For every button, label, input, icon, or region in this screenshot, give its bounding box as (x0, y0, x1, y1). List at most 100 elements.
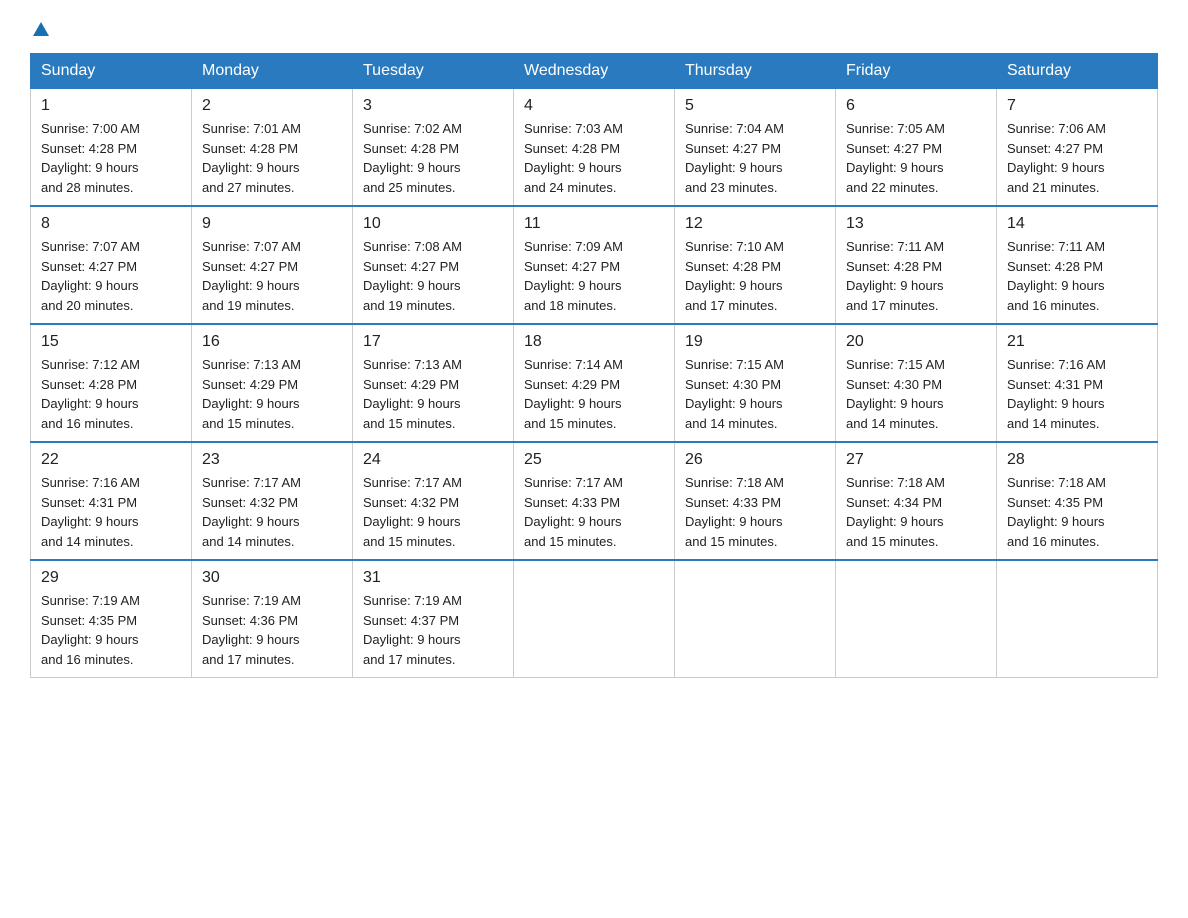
day-number: 18 (524, 333, 664, 351)
day-number: 13 (846, 215, 986, 233)
day-info: Sunrise: 7:14 AMSunset: 4:29 PMDaylight:… (524, 355, 664, 433)
day-info: Sunrise: 7:00 AMSunset: 4:28 PMDaylight:… (41, 119, 181, 197)
weekday-header: Tuesday (353, 54, 514, 89)
calendar-day-cell: 13 Sunrise: 7:11 AMSunset: 4:28 PMDayligh… (836, 206, 997, 324)
day-info: Sunrise: 7:19 AMSunset: 4:36 PMDaylight:… (202, 591, 342, 669)
calendar-day-cell: 15 Sunrise: 7:12 AMSunset: 4:28 PMDayligh… (31, 324, 192, 442)
day-number: 4 (524, 97, 664, 115)
calendar-day-cell: 18 Sunrise: 7:14 AMSunset: 4:29 PMDayligh… (514, 324, 675, 442)
day-number: 11 (524, 215, 664, 233)
day-info: Sunrise: 7:08 AMSunset: 4:27 PMDaylight:… (363, 237, 503, 315)
calendar-day-cell: 4 Sunrise: 7:03 AMSunset: 4:28 PMDaylight… (514, 89, 675, 207)
day-info: Sunrise: 7:02 AMSunset: 4:28 PMDaylight:… (363, 119, 503, 197)
calendar-day-cell: 7 Sunrise: 7:06 AMSunset: 4:27 PMDaylight… (997, 89, 1158, 207)
day-info: Sunrise: 7:06 AMSunset: 4:27 PMDaylight:… (1007, 119, 1147, 197)
calendar-day-cell: 17 Sunrise: 7:13 AMSunset: 4:29 PMDayligh… (353, 324, 514, 442)
day-info: Sunrise: 7:15 AMSunset: 4:30 PMDaylight:… (685, 355, 825, 433)
calendar-day-cell: 14 Sunrise: 7:11 AMSunset: 4:28 PMDayligh… (997, 206, 1158, 324)
calendar-day-cell: 21 Sunrise: 7:16 AMSunset: 4:31 PMDayligh… (997, 324, 1158, 442)
day-number: 1 (41, 97, 181, 115)
day-info: Sunrise: 7:18 AMSunset: 4:35 PMDaylight:… (1007, 473, 1147, 551)
day-number: 30 (202, 569, 342, 587)
day-info: Sunrise: 7:16 AMSunset: 4:31 PMDaylight:… (1007, 355, 1147, 433)
calendar-day-cell (675, 560, 836, 678)
calendar-day-cell: 2 Sunrise: 7:01 AMSunset: 4:28 PMDaylight… (192, 89, 353, 207)
day-info: Sunrise: 7:05 AMSunset: 4:27 PMDaylight:… (846, 119, 986, 197)
day-number: 23 (202, 451, 342, 469)
day-info: Sunrise: 7:17 AMSunset: 4:32 PMDaylight:… (202, 473, 342, 551)
calendar-day-cell: 10Sunrise: 7:08 AMSunset: 4:27 PMDayligh… (353, 206, 514, 324)
logo-triangle-icon (32, 20, 50, 38)
calendar-day-cell: 19Sunrise: 7:15 AMSunset: 4:30 PMDayligh… (675, 324, 836, 442)
day-info: Sunrise: 7:19 AMSunset: 4:35 PMDaylight:… (41, 591, 181, 669)
weekday-header: Monday (192, 54, 353, 89)
calendar-week-row: 8 Sunrise: 7:07 AMSunset: 4:27 PMDaylight… (31, 206, 1158, 324)
calendar-day-cell: 26 Sunrise: 7:18 AMSunset: 4:33 PMDayligh… (675, 442, 836, 560)
calendar-day-cell: 12 Sunrise: 7:10 AMSunset: 4:28 PMDayligh… (675, 206, 836, 324)
day-info: Sunrise: 7:18 AMSunset: 4:33 PMDaylight:… (685, 473, 825, 551)
calendar-day-cell (997, 560, 1158, 678)
calendar-day-cell: 29Sunrise: 7:19 AMSunset: 4:35 PMDayligh… (31, 560, 192, 678)
day-number: 17 (363, 333, 503, 351)
calendar-day-cell: 16Sunrise: 7:13 AMSunset: 4:29 PMDayligh… (192, 324, 353, 442)
day-info: Sunrise: 7:07 AMSunset: 4:27 PMDaylight:… (202, 237, 342, 315)
day-info: Sunrise: 7:11 AMSunset: 4:28 PMDaylight:… (1007, 237, 1147, 315)
day-number: 26 (685, 451, 825, 469)
day-number: 9 (202, 215, 342, 233)
day-info: Sunrise: 7:11 AMSunset: 4:28 PMDaylight:… (846, 237, 986, 315)
calendar-day-cell (836, 560, 997, 678)
calendar-day-cell: 5Sunrise: 7:04 AMSunset: 4:27 PMDaylight… (675, 89, 836, 207)
weekday-header: Sunday (31, 54, 192, 89)
day-number: 14 (1007, 215, 1147, 233)
day-number: 25 (524, 451, 664, 469)
day-info: Sunrise: 7:19 AMSunset: 4:37 PMDaylight:… (363, 591, 503, 669)
day-info: Sunrise: 7:17 AMSunset: 4:32 PMDaylight:… (363, 473, 503, 551)
calendar-week-row: 15 Sunrise: 7:12 AMSunset: 4:28 PMDayligh… (31, 324, 1158, 442)
calendar-day-cell: 6Sunrise: 7:05 AMSunset: 4:27 PMDaylight… (836, 89, 997, 207)
calendar-day-cell: 9 Sunrise: 7:07 AMSunset: 4:27 PMDaylight… (192, 206, 353, 324)
calendar-day-cell: 31Sunrise: 7:19 AMSunset: 4:37 PMDayligh… (353, 560, 514, 678)
calendar-day-cell: 27Sunrise: 7:18 AMSunset: 4:34 PMDayligh… (836, 442, 997, 560)
day-number: 24 (363, 451, 503, 469)
day-info: Sunrise: 7:07 AMSunset: 4:27 PMDaylight:… (41, 237, 181, 315)
day-info: Sunrise: 7:13 AMSunset: 4:29 PMDaylight:… (363, 355, 503, 433)
day-info: Sunrise: 7:10 AMSunset: 4:28 PMDaylight:… (685, 237, 825, 315)
calendar-day-cell: 23 Sunrise: 7:17 AMSunset: 4:32 PMDayligh… (192, 442, 353, 560)
weekday-header: Saturday (997, 54, 1158, 89)
calendar-day-cell: 25 Sunrise: 7:17 AMSunset: 4:33 PMDayligh… (514, 442, 675, 560)
day-number: 8 (41, 215, 181, 233)
day-info: Sunrise: 7:17 AMSunset: 4:33 PMDaylight:… (524, 473, 664, 551)
calendar-day-cell: 30 Sunrise: 7:19 AMSunset: 4:36 PMDayligh… (192, 560, 353, 678)
calendar-day-cell: 3 Sunrise: 7:02 AMSunset: 4:28 PMDaylight… (353, 89, 514, 207)
calendar-week-row: 29Sunrise: 7:19 AMSunset: 4:35 PMDayligh… (31, 560, 1158, 678)
day-number: 12 (685, 215, 825, 233)
calendar-day-cell: 8 Sunrise: 7:07 AMSunset: 4:27 PMDaylight… (31, 206, 192, 324)
day-number: 20 (846, 333, 986, 351)
day-number: 15 (41, 333, 181, 351)
day-info: Sunrise: 7:01 AMSunset: 4:28 PMDaylight:… (202, 119, 342, 197)
logo (30, 20, 50, 43)
day-number: 21 (1007, 333, 1147, 351)
page-header (30, 20, 1158, 43)
calendar-week-row: 1 Sunrise: 7:00 AMSunset: 4:28 PMDaylight… (31, 89, 1158, 207)
day-info: Sunrise: 7:09 AMSunset: 4:27 PMDaylight:… (524, 237, 664, 315)
calendar-day-cell: 24 Sunrise: 7:17 AMSunset: 4:32 PMDayligh… (353, 442, 514, 560)
calendar-day-cell: 20Sunrise: 7:15 AMSunset: 4:30 PMDayligh… (836, 324, 997, 442)
day-number: 28 (1007, 451, 1147, 469)
day-info: Sunrise: 7:12 AMSunset: 4:28 PMDaylight:… (41, 355, 181, 433)
day-number: 2 (202, 97, 342, 115)
day-info: Sunrise: 7:03 AMSunset: 4:28 PMDaylight:… (524, 119, 664, 197)
day-number: 7 (1007, 97, 1147, 115)
day-info: Sunrise: 7:16 AMSunset: 4:31 PMDaylight:… (41, 473, 181, 551)
calendar-table: SundayMondayTuesdayWednesdayThursdayFrid… (30, 53, 1158, 678)
calendar-day-cell: 22 Sunrise: 7:16 AMSunset: 4:31 PMDayligh… (31, 442, 192, 560)
day-info: Sunrise: 7:18 AMSunset: 4:34 PMDaylight:… (846, 473, 986, 551)
calendar-week-row: 22 Sunrise: 7:16 AMSunset: 4:31 PMDayligh… (31, 442, 1158, 560)
day-info: Sunrise: 7:13 AMSunset: 4:29 PMDaylight:… (202, 355, 342, 433)
day-info: Sunrise: 7:04 AMSunset: 4:27 PMDaylight:… (685, 119, 825, 197)
weekday-header: Wednesday (514, 54, 675, 89)
weekday-header: Friday (836, 54, 997, 89)
day-number: 3 (363, 97, 503, 115)
day-number: 22 (41, 451, 181, 469)
calendar-header-row: SundayMondayTuesdayWednesdayThursdayFrid… (31, 54, 1158, 89)
